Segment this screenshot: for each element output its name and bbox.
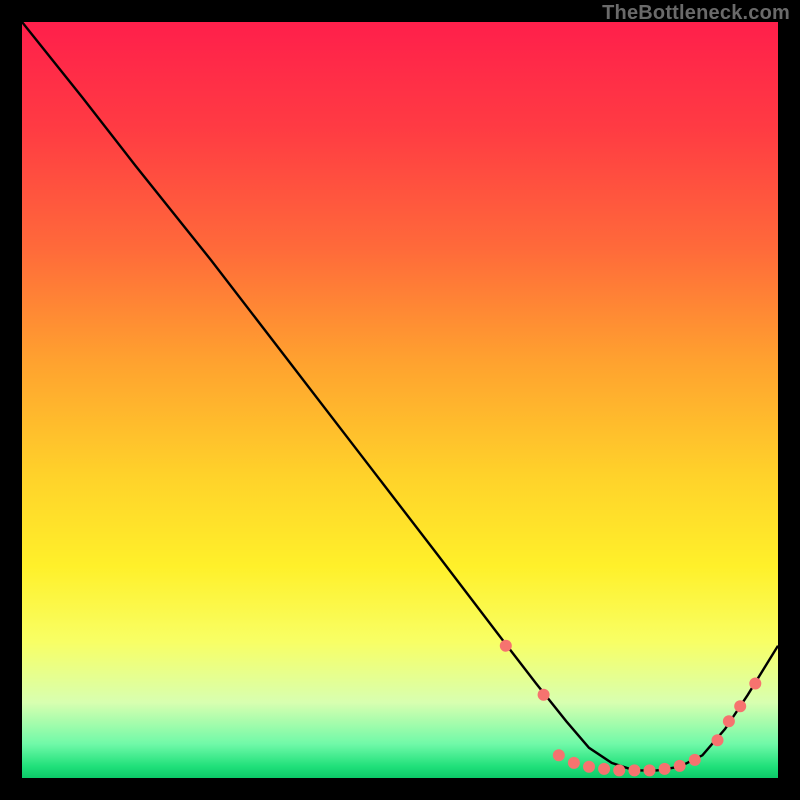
highlight-dot [659,763,671,775]
highlight-dot [568,757,580,769]
highlight-dot [712,734,724,746]
highlight-dot [613,764,625,776]
highlight-dot [749,678,761,690]
highlight-dot [674,760,686,772]
chart-stage: TheBottleneck.com [0,0,800,800]
highlight-dot [598,763,610,775]
chart-plot [22,22,778,778]
highlight-dot [538,689,550,701]
highlight-dot [644,764,656,776]
highlight-dot [723,715,735,727]
highlight-dot [583,761,595,773]
chart-background [22,22,778,778]
highlight-dot [553,749,565,761]
highlight-dot [500,640,512,652]
highlight-dot [734,700,746,712]
highlight-dot [689,754,701,766]
highlight-dot [628,764,640,776]
